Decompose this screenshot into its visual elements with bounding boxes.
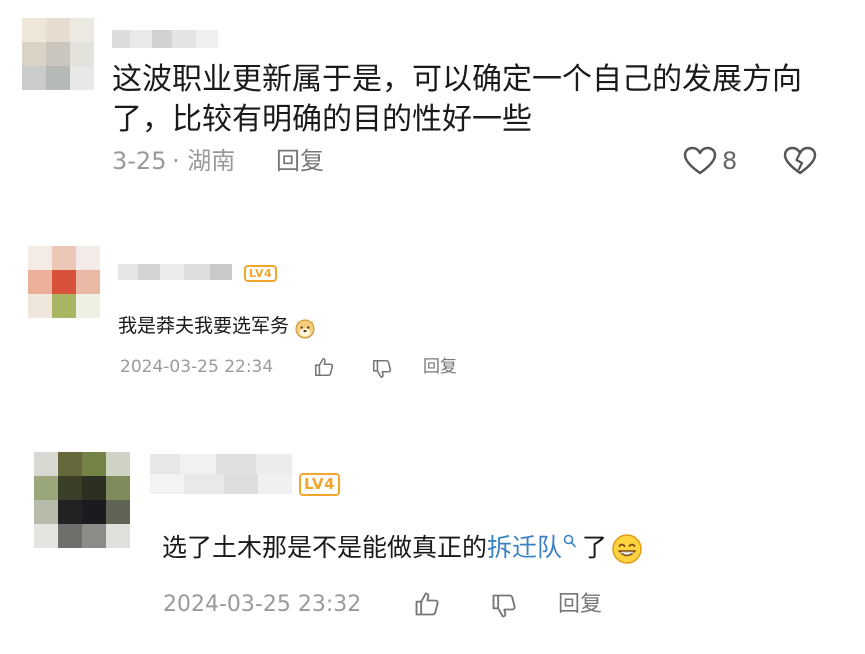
- level-badge: LV4: [244, 265, 278, 282]
- comment-1: 这波职业更新属于是，可以确定一个自己的发展方向 了，比较有明确的目的性好一些 3…: [0, 0, 865, 205]
- doge-emoji: [295, 319, 315, 338]
- search-icon[interactable]: [563, 534, 576, 548]
- thumbs-down-icon[interactable]: [371, 358, 393, 380]
- thumbs-down-icon[interactable]: [490, 592, 518, 620]
- thumbs-up-icon[interactable]: [313, 356, 335, 378]
- heart-icon[interactable]: [683, 146, 717, 176]
- comment-text: 我是莽夫我要选军务: [118, 311, 317, 341]
- comment-2: LV4 我是莽夫我要选军务 2024-03-25 22:34 回复: [0, 222, 865, 417]
- username[interactable]: [112, 30, 218, 48]
- level-badge: LV4: [299, 473, 341, 496]
- comment-date: 3-25: [112, 147, 167, 175]
- comment-text-line-1: 这波职业更新属于是，可以确定一个自己的发展方向: [112, 62, 802, 97]
- comment-location: · 湖南: [172, 147, 236, 175]
- search-link[interactable]: 拆迁队: [487, 533, 562, 562]
- comment-text: 选了土木那是不是能做真正的拆迁队 了: [162, 528, 643, 568]
- comment-timestamp: 2024-03-25 23:32: [163, 592, 362, 617]
- comment-text-body: 选了土木那是不是能做真正的: [162, 533, 488, 562]
- username[interactable]: [150, 454, 292, 494]
- thumbs-up-icon[interactable]: [413, 590, 441, 618]
- grin-emoji: [612, 534, 642, 564]
- comment-text-tail: 了: [582, 533, 608, 562]
- comment-text-body: 我是莽夫我要选军务: [118, 315, 290, 337]
- comment-3: LV4 选了土木那是不是能做真正的拆迁队 了 2024-03-25 23:32 …: [0, 432, 865, 654]
- reply-button[interactable]: 回复: [558, 590, 602, 620]
- username[interactable]: [118, 264, 232, 280]
- avatar[interactable]: [22, 18, 94, 90]
- reply-button[interactable]: 回复: [276, 146, 324, 176]
- like-count: 8: [722, 147, 738, 175]
- broken-heart-icon[interactable]: [783, 146, 817, 176]
- avatar[interactable]: [34, 452, 130, 548]
- comment-text-line-2: 了，比较有明确的目的性好一些: [112, 102, 532, 137]
- comment-timestamp: 2024-03-25 22:34: [120, 357, 274, 377]
- reply-button[interactable]: 回复: [423, 355, 457, 379]
- avatar[interactable]: [28, 246, 100, 318]
